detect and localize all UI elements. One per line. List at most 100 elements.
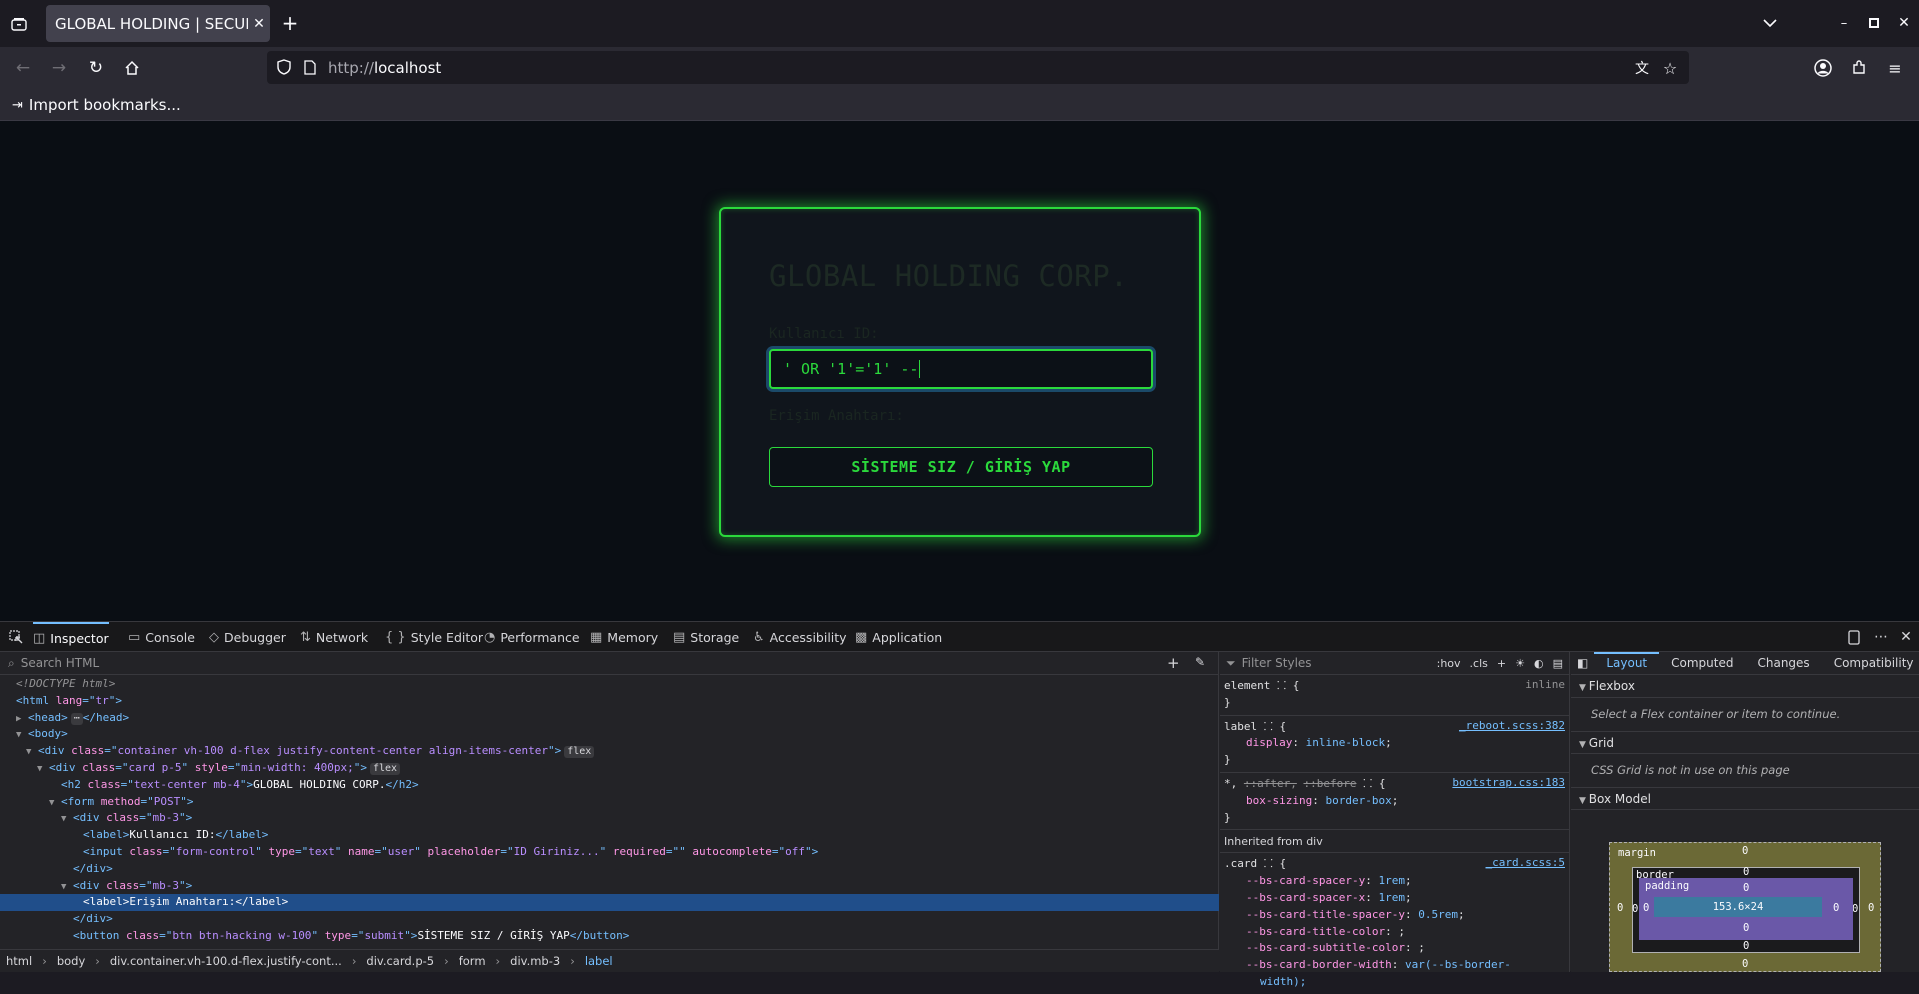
tree-row-form[interactable]: ▼ <form method="POST"> (0, 794, 1219, 811)
tab-performance[interactable]: ◔ Performance (484, 622, 580, 652)
padding-right-value[interactable]: 0 (1833, 902, 1839, 914)
padding-bottom-value[interactable]: 0 (1743, 922, 1749, 934)
breadcrumb-separator-icon: › (444, 954, 449, 968)
tree-row-label-pass-selected[interactable]: <label>Erişim Anahtarı:</label> (0, 894, 1219, 912)
tab-style-editor[interactable]: { } Style Editor (385, 622, 483, 652)
tree-row-body[interactable]: ▼ <body> (0, 726, 1219, 743)
account-icon[interactable] (1812, 57, 1834, 79)
tab-overview-icon[interactable] (8, 13, 30, 35)
margin-bottom-value[interactable]: 0 (1742, 958, 1748, 970)
filter-styles-input[interactable]: ⏷ Filter Styles :hov .cls + ☀ ◐ ▤ (1220, 652, 1569, 675)
tab-network[interactable]: ⇅ Network (300, 622, 368, 652)
border-top-value[interactable]: 0 (1743, 866, 1749, 878)
user-id-input[interactable]: ' OR '1'='1' -- (769, 349, 1153, 389)
flexbox-section-header[interactable]: ▼ Flexbox (1571, 675, 1919, 698)
margin-top-value[interactable]: 0 (1742, 845, 1748, 857)
forward-arrow-icon[interactable]: → (48, 57, 70, 79)
breadcrumb-item[interactable]: html (6, 954, 32, 968)
tab-layout[interactable]: Layout (1594, 651, 1660, 675)
tree-row-container[interactable]: ▼ <div class="container vh-100 d-flex jus… (0, 743, 1219, 760)
close-window-icon[interactable]: ✕ (1894, 13, 1914, 33)
tree-row-div-close-2[interactable]: </div> (0, 911, 1219, 928)
breadcrumb-item[interactable]: label (585, 954, 613, 968)
content-box[interactable]: 153.6×24 (1654, 897, 1822, 917)
menu-hamburger-icon[interactable]: ≡ (1884, 57, 1906, 79)
import-bookmarks-button[interactable]: ⇥ Import bookmarks... (12, 96, 181, 114)
tab-inspector[interactable]: ◫ Inspector (33, 622, 109, 652)
url-host: localhost (373, 59, 442, 77)
bookmark-star-icon[interactable]: ☆ (1660, 58, 1680, 78)
rule-source-link[interactable]: _reboot.scss:382 (1459, 719, 1565, 732)
element-picker-icon[interactable] (7, 628, 25, 646)
print-media-icon[interactable]: ▤ (1553, 657, 1563, 670)
shield-icon[interactable] (275, 58, 293, 76)
tab-computed[interactable]: Computed (1659, 652, 1745, 675)
breadcrumb-item[interactable]: div.container.vh-100.d-flex.justify-cont… (110, 954, 342, 968)
tab-debugger[interactable]: ◇ Debugger (209, 622, 286, 652)
login-submit-button[interactable]: SİSTEME SIZ / GİRİŞ YAP (769, 447, 1153, 487)
cls-toggle[interactable]: .cls (1470, 657, 1488, 670)
maximize-icon[interactable] (1864, 13, 1884, 33)
add-node-icon[interactable]: + (1167, 654, 1180, 672)
grid-message: CSS Grid is not in use on this page (1591, 763, 1790, 777)
tree-row-label-user[interactable]: <label>Kullanıcı ID:</label> (0, 827, 1219, 844)
light-mode-icon[interactable]: ☀ (1515, 657, 1525, 670)
grid-section-header[interactable]: ▼ Grid (1571, 731, 1919, 754)
margin-left-value[interactable]: 0 (1617, 902, 1623, 914)
minimize-icon[interactable]: – (1834, 13, 1854, 33)
extensions-icon[interactable] (1848, 57, 1870, 79)
back-arrow-icon[interactable]: ← (12, 57, 34, 79)
tab-storage[interactable]: ▤ Storage (673, 622, 739, 652)
new-tab-icon[interactable]: + (278, 11, 302, 35)
tree-row-html[interactable]: <html lang="tr"> (0, 693, 1219, 710)
translate-icon[interactable]: 文 (1632, 58, 1652, 78)
margin-right-value[interactable]: 0 (1868, 902, 1874, 914)
tab-compatibility[interactable]: Compatibility (1822, 652, 1919, 675)
more-options-icon[interactable]: ⋯ (1872, 628, 1890, 646)
breadcrumb-item[interactable]: body (57, 954, 85, 968)
tab-accessibility[interactable]: ♿ Accessibility (753, 622, 847, 652)
eyedropper-icon[interactable]: ✎ (1195, 655, 1205, 669)
tree-row-div-mb3[interactable]: ▼ <div class="mb-3"> (0, 810, 1219, 827)
breadcrumb-item[interactable]: form (459, 954, 486, 968)
rule-source-link[interactable]: _card.scss:5 (1486, 856, 1565, 869)
tree-row-head[interactable]: ▶ <head> ⋯ </head> (0, 710, 1219, 727)
tree-row-button[interactable]: <button class="btn btn-hacking w-100" ty… (0, 928, 1219, 945)
responsive-design-icon[interactable] (1845, 628, 1863, 646)
search-icon: ⌕ (8, 655, 15, 670)
breadcrumb-item[interactable]: div.mb-3 (510, 954, 560, 968)
border-bottom-value[interactable]: 0 (1743, 940, 1749, 952)
tree-row-div-close[interactable]: </div> (0, 861, 1219, 878)
browser-tab[interactable]: GLOBAL HOLDING | SECURE ✕ (46, 5, 270, 42)
tab-memory[interactable]: ▦ Memory (590, 622, 658, 652)
padding-top-value[interactable]: 0 (1743, 882, 1749, 894)
sidebar-toggle-icon[interactable]: ◧ (1571, 656, 1594, 670)
padding-left-value[interactable]: 0 (1643, 902, 1649, 914)
tree-row-div-mb3-2[interactable]: ▼ <div class="mb-3"> (0, 878, 1219, 895)
border-left-value[interactable]: 0 (1632, 903, 1638, 915)
tree-row-input[interactable]: <input class="form-control" type="text" … (0, 844, 1219, 861)
tree-row-card[interactable]: ▼ <div class="card p-5" style="min-width:… (0, 760, 1219, 777)
tab-changes[interactable]: Changes (1745, 652, 1821, 675)
rule-source-link[interactable]: bootstrap.css:183 (1452, 776, 1565, 789)
page-info-icon[interactable] (301, 58, 319, 76)
tab-console[interactable]: ▭ Console (128, 622, 195, 652)
tab-close-icon[interactable]: ✕ (248, 16, 270, 32)
tab-label: Memory (607, 629, 659, 645)
add-rule-icon[interactable]: + (1497, 657, 1506, 670)
tree-row-doctype[interactable]: <!DOCTYPE html> (0, 676, 1219, 693)
breadcrumb-item[interactable]: div.card.p-5 (366, 954, 434, 968)
tab-application[interactable]: ▩ Application (855, 622, 942, 652)
home-icon[interactable] (121, 57, 143, 79)
search-html-input[interactable]: ⌕ Search HTML + ✎ (0, 652, 1219, 675)
content-size: 153.6×24 (1712, 901, 1764, 913)
reload-icon[interactable]: ↻ (85, 57, 107, 79)
close-devtools-icon[interactable]: ✕ (1897, 628, 1915, 646)
tab-list-chevron-down-icon[interactable] (1760, 12, 1780, 34)
address-bar[interactable]: http://localhost 文 ☆ (267, 51, 1689, 84)
tree-row-h2[interactable]: <h2 class="text-center mb-4">GLOBAL HOLD… (0, 777, 1219, 794)
hov-toggle[interactable]: :hov (1437, 657, 1461, 670)
box-model-section-header[interactable]: ▼ Box Model (1571, 787, 1919, 810)
dark-mode-icon[interactable]: ◐ (1534, 657, 1544, 670)
tab-label: Console (145, 629, 195, 645)
